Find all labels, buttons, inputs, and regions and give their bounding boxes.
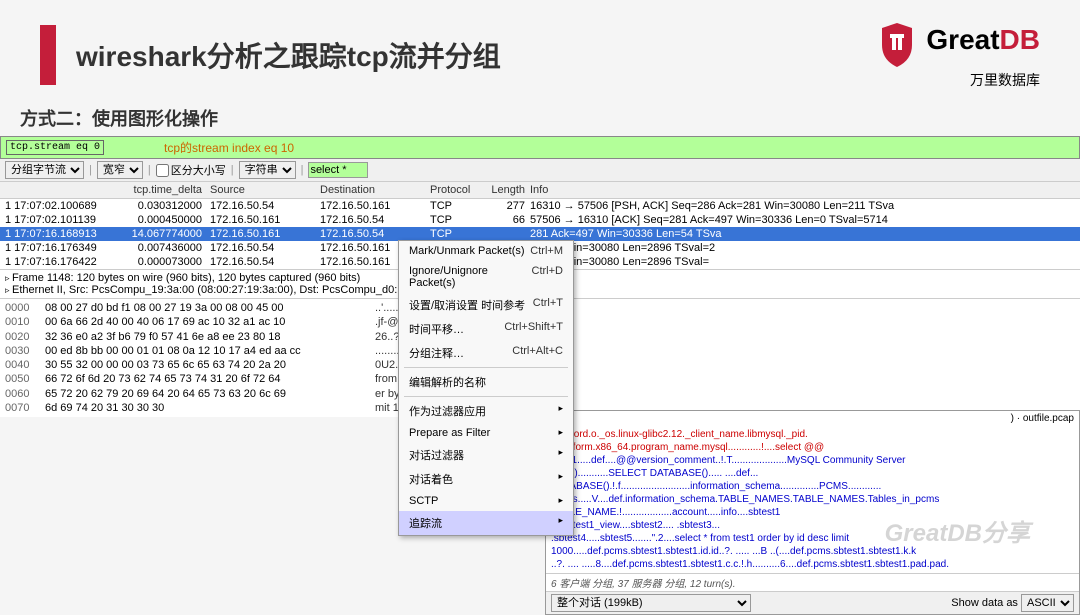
accent-bar [40, 25, 56, 85]
ctx-convfilter[interactable]: 对话过滤器 [399, 443, 573, 467]
ctx-prepfilter[interactable]: Prepare as Filter [399, 423, 573, 443]
ctx-follow-stream[interactable]: 追踪流 [399, 511, 573, 535]
ctx-sctp[interactable]: SCTP [399, 491, 573, 511]
ctx-editname[interactable]: 编辑解析的名称 [399, 370, 573, 394]
search-input[interactable] [308, 162, 368, 178]
width-select[interactable]: 宽窄 [97, 161, 143, 179]
case-checkbox[interactable]: 区分大小写 [156, 162, 226, 178]
filter-input[interactable]: tcp.stream eq 0 [6, 140, 104, 155]
ctx-mark[interactable]: Mark/Unmark Packet(s)Ctrl+M [399, 241, 573, 261]
ctx-ignore[interactable]: Ignore/Unignore Packet(s)Ctrl+D [399, 261, 573, 293]
ctx-comment[interactable]: 分组注释…Ctrl+Alt+C [399, 341, 573, 365]
dialog-select[interactable]: 整个对话 (199kB) [551, 594, 751, 612]
table-row[interactable]: 1 17:07:16.16891314.067774000172.16.50.1… [0, 227, 1080, 241]
ctx-timeshift[interactable]: 时间平移…Ctrl+Shift+T [399, 317, 573, 341]
ctx-asfilter[interactable]: 作为过滤器应用 [399, 399, 573, 423]
ctx-convcolor[interactable]: 对话着色 [399, 467, 573, 491]
ctx-timeref[interactable]: 设置/取消设置 时间参考Ctrl+T [399, 293, 573, 317]
filter-annotation: tcp的stream index eq 10 [164, 139, 294, 156]
context-menu: Mark/Unmark Packet(s)Ctrl+M Ignore/Unign… [398, 240, 574, 536]
subtitle: 方式二：使用图形化操作 [0, 100, 1080, 136]
string-type-select[interactable]: 字符串 [239, 161, 296, 179]
watermark: GreatDB分享 [885, 513, 1030, 548]
showas-select[interactable]: ASCII [1021, 594, 1074, 612]
table-row[interactable]: 1 17:07:02.1006890.030312000172.16.50.54… [0, 199, 1080, 213]
group-bytes-select[interactable]: 分组字节流 [5, 161, 84, 179]
brand-logo: GreatDB 万里数据库 [872, 20, 1040, 90]
table-row[interactable]: 1 17:07:02.1011390.000450000172.16.50.16… [0, 213, 1080, 227]
page-title: wireshark分析之跟踪tcp流并分组 [76, 35, 501, 75]
